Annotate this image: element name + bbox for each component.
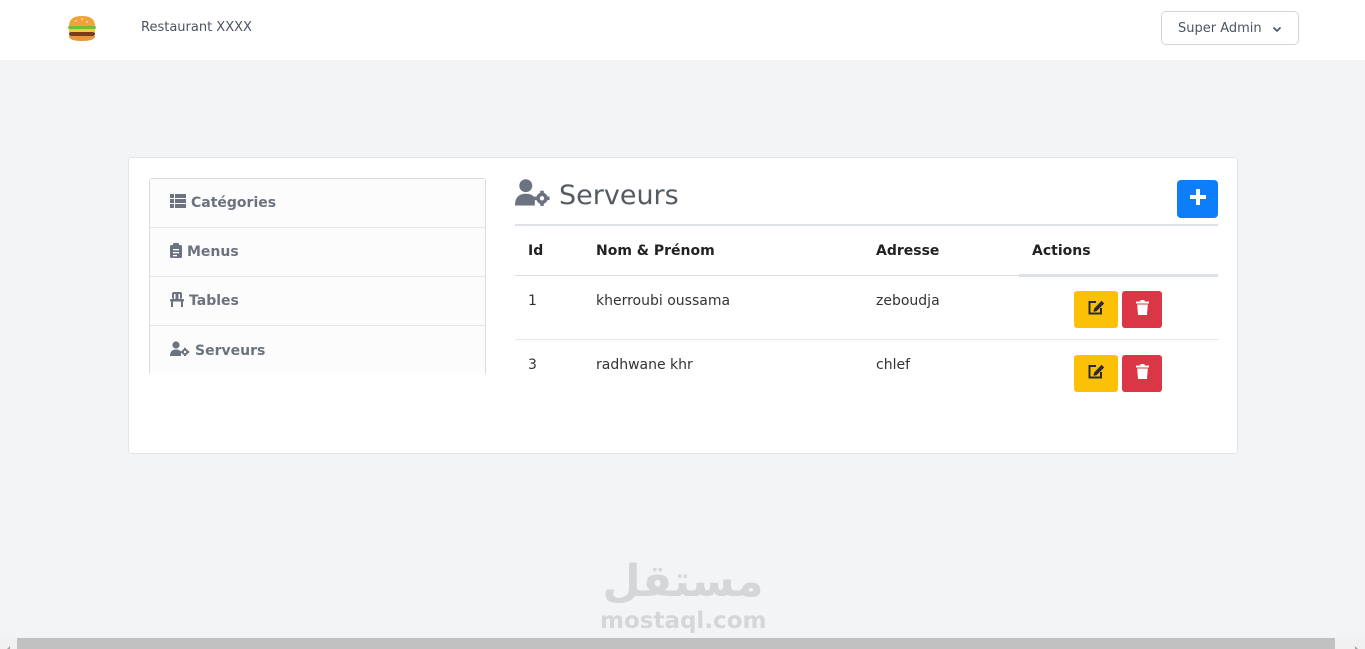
delete-button[interactable] (1122, 355, 1162, 392)
cell-name: radhwane khr (596, 357, 693, 373)
page-title-text: Serveurs (559, 179, 679, 211)
cell-id: 3 (528, 357, 537, 373)
sidebar-item-label: Menus (187, 244, 239, 260)
chair-icon (170, 291, 189, 311)
th-list-icon (170, 194, 191, 212)
column-header-actions: Actions (1032, 243, 1091, 259)
cell-id: 1 (528, 293, 537, 309)
sidebar-menu: Catégories Menus Tables Serveurs (149, 178, 486, 375)
edit-button[interactable] (1074, 355, 1118, 392)
watermark-arabic: مستقل (602, 556, 764, 607)
table-row: 1 kherroubi oussama zeboudja (515, 276, 1218, 340)
trash-icon (1135, 300, 1149, 319)
cell-name: kherroubi oussama (596, 293, 731, 309)
serveurs-table: Id Nom & Prénom Adresse Actions 1 kherro… (515, 226, 1218, 404)
burger-icon[interactable] (66, 14, 98, 42)
users-cog-icon (515, 178, 559, 213)
brand-name[interactable]: Restaurant XXXX (141, 20, 252, 35)
cell-address: zeboudja (876, 293, 940, 309)
user-menu-label: Super Admin (1178, 20, 1262, 36)
sidebar-item-serveurs[interactable]: Serveurs (150, 326, 485, 375)
page-title: Serveurs (515, 178, 679, 212)
watermark: مستقل mostaql.com (600, 556, 766, 634)
scrollbar-thumb[interactable] (17, 638, 1335, 649)
edit-button[interactable] (1074, 291, 1118, 328)
sidebar-item-categories[interactable]: Catégories (150, 179, 485, 228)
table-header-row: Id Nom & Prénom Adresse Actions (515, 226, 1218, 277)
sidebar-item-tables[interactable]: Tables (150, 277, 485, 326)
table-row: 3 radhwane khr chlef (515, 340, 1218, 404)
sidebar-item-menus[interactable]: Menus (150, 228, 485, 277)
sidebar-item-label: Catégories (191, 195, 277, 211)
sidebar-item-label: Tables (189, 293, 239, 309)
top-navbar: Restaurant XXXX Super Admin (0, 0, 1365, 60)
column-header-name: Nom & Prénom (596, 243, 715, 259)
edit-icon (1088, 300, 1105, 319)
chevron-down-icon (1272, 23, 1282, 33)
edit-icon (1088, 364, 1105, 383)
watermark-latin: mostaql.com (600, 608, 767, 634)
column-header-address: Adresse (876, 243, 940, 259)
cell-address: chlef (876, 357, 911, 373)
scroll-left-arrow-icon[interactable] (4, 639, 12, 649)
clipboard-icon (170, 242, 187, 262)
trash-icon (1135, 364, 1149, 383)
user-menu-dropdown[interactable]: Super Admin (1161, 11, 1299, 45)
main-card: Catégories Menus Tables Serveurs Serveur… (128, 157, 1238, 454)
column-header-id: Id (528, 243, 544, 259)
sidebar-item-label: Serveurs (195, 342, 266, 359)
users-cog-icon (170, 341, 195, 360)
add-serveur-button[interactable] (1177, 180, 1218, 218)
scroll-right-arrow-icon[interactable] (1353, 639, 1361, 649)
plus-icon (1189, 189, 1206, 209)
delete-button[interactable] (1122, 291, 1162, 328)
horizontal-scrollbar[interactable] (0, 637, 1365, 649)
